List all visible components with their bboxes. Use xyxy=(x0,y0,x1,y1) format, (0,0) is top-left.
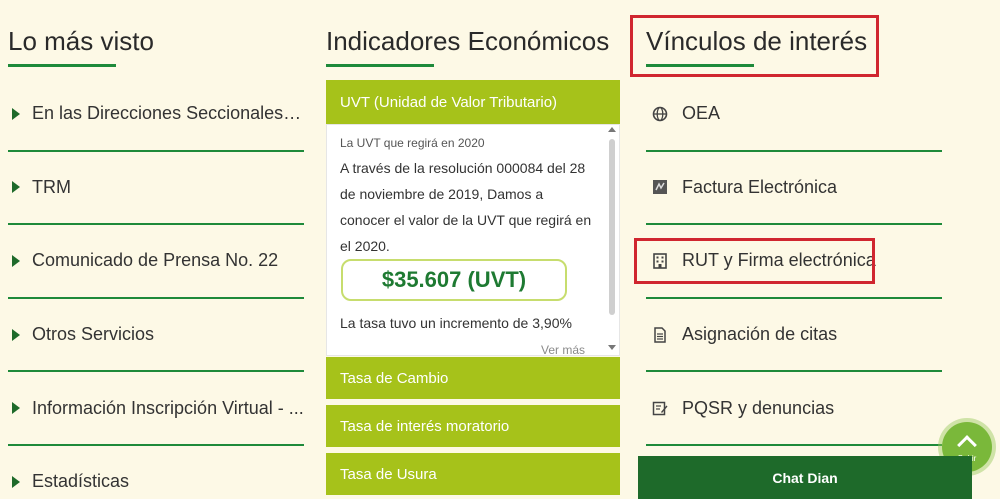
links-title: Vínculos de interés xyxy=(646,26,868,56)
link-factura-electronica[interactable]: Factura Electrónica xyxy=(646,152,942,226)
chevron-up-icon xyxy=(957,434,977,455)
arrow-right-icon xyxy=(12,107,20,120)
list-item-label: En las Direcciones Seccionales d... xyxy=(32,103,304,124)
invoice-icon xyxy=(653,180,667,195)
panel-uvt-header[interactable]: UVT (Unidad de Valor Tributario) xyxy=(326,80,620,124)
links-list: OEA Factura Electrónica RUT y Firma elec… xyxy=(646,78,942,446)
form-edit-icon xyxy=(652,401,668,416)
globe-icon xyxy=(652,106,668,122)
document-icon xyxy=(654,326,666,343)
uvt-value: $35.607 (UVT) xyxy=(341,259,567,301)
economic-indicators-title: Indicadores Económicos xyxy=(326,26,610,56)
list-item-label: TRM xyxy=(32,176,71,197)
arrow-right-icon xyxy=(12,475,20,488)
link-oea[interactable]: OEA xyxy=(646,78,942,152)
chat-dian-button[interactable]: Chat Dian xyxy=(638,456,972,499)
scroll-down-arrow-icon[interactable] xyxy=(608,345,616,350)
most-viewed-item-estadisticas[interactable]: Estadísticas xyxy=(8,446,304,499)
link-pqsr-denuncias[interactable]: PQSR y denuncias xyxy=(646,372,942,446)
uvt-subtitle: La UVT que regirá en 2020 xyxy=(340,136,485,150)
most-viewed-item-inscripcion[interactable]: Información Inscripción Virtual - ... xyxy=(8,372,304,446)
uvt-description: A través de la resolución 000084 del 28 … xyxy=(340,160,592,254)
scroll-up-arrow-icon[interactable] xyxy=(608,127,616,132)
most-viewed-item-otros-servicios[interactable]: Otros Servicios xyxy=(8,299,304,373)
most-viewed-title: Lo más visto xyxy=(8,26,154,56)
panel-tasa-usura-header[interactable]: Tasa de Usura xyxy=(326,453,620,495)
arrow-right-icon xyxy=(12,328,20,341)
link-rut-firma[interactable]: RUT y Firma electrónica xyxy=(646,225,942,299)
panel-uvt-body: La UVT que regirá en 2020 A través de la… xyxy=(326,124,620,356)
link-label: Factura Electrónica xyxy=(682,176,838,197)
link-label: OEA xyxy=(682,103,721,124)
title-underline xyxy=(326,64,434,67)
most-viewed-item-trm[interactable]: TRM xyxy=(8,152,304,226)
building-icon xyxy=(653,253,667,269)
list-item-label: Otros Servicios xyxy=(32,324,155,345)
title-underline xyxy=(646,64,754,67)
arrow-right-icon xyxy=(12,402,20,415)
link-label: PQSR y denuncias xyxy=(682,397,835,418)
most-viewed-list: En las Direcciones Seccionales d... TRM … xyxy=(8,78,304,499)
uvt-rate-note: La tasa tuvo un incremento de 3,90% xyxy=(340,315,572,331)
title-underline xyxy=(8,64,116,67)
list-item-label: Estadísticas xyxy=(32,471,130,492)
list-item-label: Información Inscripción Virtual - ... xyxy=(32,397,304,418)
link-asignacion-citas[interactable]: Asignación de citas xyxy=(646,299,942,373)
arrow-right-icon xyxy=(12,181,20,194)
see-more-link[interactable]: Ver más xyxy=(541,343,585,355)
link-label: Asignación de citas xyxy=(682,324,838,345)
panel-tasa-moratorio-header[interactable]: Tasa de interés moratorio xyxy=(326,405,620,447)
most-viewed-item-direcciones[interactable]: En las Direcciones Seccionales d... xyxy=(8,78,304,152)
most-viewed-item-comunicado[interactable]: Comunicado de Prensa No. 22 xyxy=(8,225,304,299)
scrollbar-thumb[interactable] xyxy=(609,139,615,315)
arrow-right-icon xyxy=(12,254,20,267)
link-label: RUT y Firma electrónica xyxy=(682,250,876,271)
panel-scrollbar[interactable] xyxy=(607,125,617,355)
panel-tasa-cambio-header[interactable]: Tasa de Cambio xyxy=(326,357,620,399)
list-item-label: Comunicado de Prensa No. 22 xyxy=(32,250,279,271)
